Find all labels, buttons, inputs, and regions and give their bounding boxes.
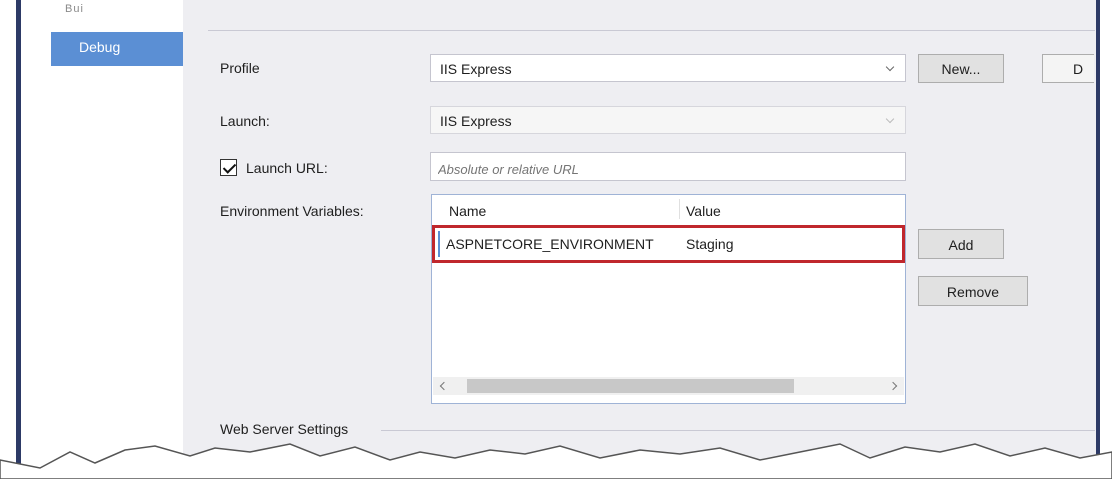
launch-select-value: IIS Express (440, 113, 512, 129)
delete-profile-button[interactable]: D (1042, 54, 1094, 83)
horizontal-scrollbar[interactable] (433, 377, 904, 395)
chevron-down-icon (885, 114, 895, 124)
tab-build-partial[interactable]: Bui (65, 3, 84, 15)
profile-select[interactable]: IIS Express (430, 54, 906, 82)
add-env-var-button[interactable]: Add (918, 229, 1004, 259)
launch-url-label: Launch URL: (246, 160, 328, 176)
launch-url-input[interactable] (430, 152, 906, 181)
scroll-right-icon[interactable] (888, 381, 898, 391)
launch-url-checkbox[interactable] (220, 159, 237, 176)
launch-select[interactable]: IIS Express (430, 106, 906, 134)
launch-label: Launch: (220, 113, 270, 129)
scrollbar-thumb[interactable] (467, 379, 794, 393)
profile-select-value: IIS Express (440, 61, 512, 77)
env-vars-label: Environment Variables: (220, 203, 364, 219)
row-focus-marker (438, 231, 440, 257)
new-profile-button[interactable]: New... (918, 54, 1004, 83)
tab-debug-label: Debug (79, 39, 121, 55)
env-var-name-cell[interactable]: ASPNETCORE_ENVIRONMENT (446, 236, 654, 252)
header-divider (208, 30, 1095, 31)
checkmark-icon (222, 160, 237, 174)
web-server-settings-label: Web Server Settings (220, 421, 349, 437)
tab-debug[interactable]: Debug (51, 32, 206, 66)
env-var-value-cell[interactable]: Staging (686, 236, 733, 252)
window-frame-right (1096, 0, 1100, 479)
column-header-name[interactable]: Name (449, 203, 486, 219)
settings-tab-strip: Bui Debug (21, 0, 206, 479)
torn-edge-decoration (0, 443, 1112, 479)
column-header-value[interactable]: Value (686, 203, 721, 219)
table-row[interactable]: ASPNETCORE_ENVIRONMENT Staging (432, 225, 905, 263)
remove-env-var-button[interactable]: Remove (918, 276, 1028, 306)
web-server-divider (381, 430, 1095, 431)
profile-label: Profile (220, 60, 260, 76)
scroll-left-icon[interactable] (439, 381, 449, 391)
column-divider[interactable] (679, 199, 680, 219)
chevron-down-icon (885, 62, 895, 72)
env-vars-grid[interactable]: Name Value ASPNETCORE_ENVIRONMENT Stagin… (431, 194, 906, 404)
